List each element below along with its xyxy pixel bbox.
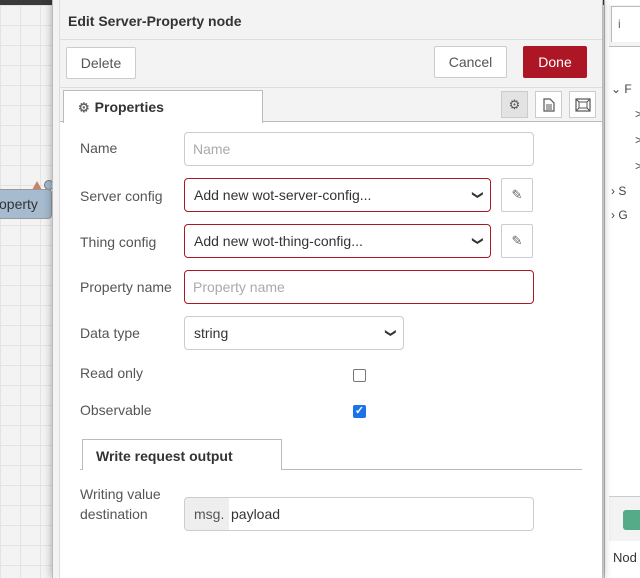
writing-value-label-line1: Writing value xyxy=(80,486,161,502)
sidebar-node-label: Nod xyxy=(613,550,637,565)
property-name-input[interactable] xyxy=(184,270,534,304)
tab-write-request-output[interactable]: Write request output xyxy=(82,439,282,470)
sidebar-tree-label: F xyxy=(624,82,632,96)
msg-prefix[interactable]: msg. xyxy=(185,498,229,530)
tray-body: Edit Server-Property node Delete Cancel … xyxy=(60,0,602,578)
thing-config-value: Add new wot-thing-config... xyxy=(194,233,363,249)
observable-label: Observable xyxy=(80,402,152,418)
tab-properties[interactable]: ⚙ Properties xyxy=(63,90,263,123)
node-appearance-tab[interactable] xyxy=(569,91,596,118)
chevron-down-icon: ❯ xyxy=(384,328,397,338)
data-type-label: Data type xyxy=(80,325,140,341)
sidebar-node-icon xyxy=(623,510,640,530)
thing-config-label: Thing config xyxy=(80,234,157,250)
chevron-right-icon: > xyxy=(635,159,640,173)
property-name-label: Property name xyxy=(80,279,172,295)
flow-node[interactable]: operty xyxy=(0,189,52,219)
delete-button[interactable]: Delete xyxy=(66,47,136,79)
msg-property-value[interactable]: payload xyxy=(231,498,280,530)
editor-workspace: operty i ⌄ F > > > › S › G Nod Edit Serv… xyxy=(0,0,640,578)
sidebar-tree-item[interactable]: ⌄ F xyxy=(611,82,632,96)
done-button[interactable]: Done xyxy=(523,46,587,78)
tray-resize-handle[interactable] xyxy=(53,0,60,578)
observable-checkbox[interactable]: ✓ xyxy=(353,405,366,418)
data-type-select[interactable]: string ❯ xyxy=(184,316,404,350)
sidebar-tree-item[interactable]: > xyxy=(635,133,640,147)
edit-server-config-button[interactable]: ✎ xyxy=(501,178,533,212)
pencil-icon: ✎ xyxy=(511,187,523,202)
server-config-value: Add new wot-server-config... xyxy=(194,187,372,203)
sidebar-tree-item[interactable]: › G xyxy=(611,208,628,222)
chevron-down-icon: ❯ xyxy=(471,190,484,200)
tray-toolbar: Delete Cancel Done xyxy=(60,40,602,88)
edit-thing-config-button[interactable]: ✎ xyxy=(501,224,533,258)
server-config-select[interactable]: Add new wot-server-config... ❯ xyxy=(184,178,491,212)
writing-value-destination-input[interactable]: msg. payload xyxy=(184,497,534,531)
read-only-checkbox[interactable] xyxy=(353,369,366,382)
description-icon xyxy=(542,98,555,112)
name-input[interactable] xyxy=(184,132,534,166)
info-icon: i xyxy=(618,17,621,31)
flow-canvas[interactable]: operty xyxy=(0,5,54,578)
checkmark-icon: ✓ xyxy=(354,405,365,417)
server-config-label: Server config xyxy=(80,188,163,204)
cancel-button[interactable]: Cancel xyxy=(434,46,507,78)
pencil-icon: ✎ xyxy=(511,233,523,248)
sidebar-tree-label: G xyxy=(618,208,628,222)
gear-icon: ⚙ xyxy=(78,100,90,115)
chevron-right-icon: > xyxy=(635,107,640,121)
name-label: Name xyxy=(80,140,118,156)
sidebar-tab-info[interactable]: i xyxy=(611,6,640,42)
data-type-value: string xyxy=(194,325,229,341)
appearance-icon xyxy=(574,98,591,112)
edit-tray: Edit Server-Property node Delete Cancel … xyxy=(52,0,603,578)
gear-icon: ⚙ xyxy=(508,97,521,112)
writing-value-label-line2: destination xyxy=(80,506,148,522)
sidebar-tree-item[interactable]: > xyxy=(635,107,640,121)
right-sidebar: i ⌄ F > > > › S › G Nod xyxy=(604,0,640,578)
sidebar-tree-item[interactable]: › S xyxy=(611,184,626,198)
tray-title: Edit Server-Property node xyxy=(60,0,602,40)
thing-config-select[interactable]: Add new wot-thing-config... ❯ xyxy=(184,224,491,258)
node-description-tab[interactable] xyxy=(535,91,562,118)
node-settings-tab[interactable]: ⚙ xyxy=(501,91,528,118)
tray-tab-bar: ⚙ Properties ⚙ xyxy=(60,88,602,123)
sidebar-tree-label: S xyxy=(618,184,627,198)
sidebar-tree-item[interactable]: > xyxy=(635,159,640,173)
flow-node-label: operty xyxy=(0,196,38,212)
read-only-label: Read only xyxy=(80,365,144,381)
chevron-down-icon: ❯ xyxy=(471,236,484,246)
tab-properties-label: Properties xyxy=(94,99,164,115)
chevron-right-icon: > xyxy=(635,133,640,147)
